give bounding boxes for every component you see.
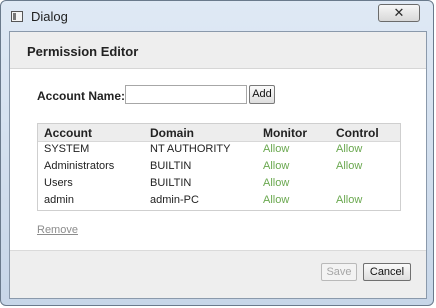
column-header-monitor[interactable]: Monitor [263, 126, 307, 140]
permissions-table: Account Domain Monitor Control SYSTEM NT… [37, 123, 401, 211]
dialog-client-area: Permission Editor Account Name: Add Acco… [9, 31, 427, 299]
dialog-header: Permission Editor [10, 32, 426, 69]
cell-monitor: Allow [263, 143, 290, 155]
cancel-button[interactable]: Cancel [363, 263, 411, 281]
cell-control: Allow [336, 160, 363, 172]
close-button[interactable]: ✕ [378, 4, 420, 22]
add-button[interactable]: Add [249, 85, 275, 104]
save-button[interactable]: Save [321, 263, 357, 281]
table-row[interactable]: Users BUILTIN Allow [38, 176, 400, 193]
cell-control: Allow [336, 143, 363, 155]
cell-control: Allow [336, 194, 363, 206]
table-row[interactable]: admin admin-PC Allow Allow [38, 193, 400, 210]
cell-domain: admin-PC [150, 194, 199, 206]
column-header-account[interactable]: Account [44, 126, 92, 140]
title-bar[interactable]: Dialog ✕ [1, 1, 433, 31]
account-name-input[interactable] [125, 85, 247, 104]
window-title: Dialog [31, 9, 68, 24]
cell-domain: BUILTIN [150, 160, 192, 172]
account-name-label: Account Name: [37, 89, 126, 103]
column-header-control[interactable]: Control [336, 126, 379, 140]
cell-monitor: Allow [263, 194, 290, 206]
dialog-window: Dialog ✕ Permission Editor Account Name:… [0, 0, 434, 306]
cell-account: Users [44, 177, 73, 189]
column-header-domain[interactable]: Domain [150, 126, 194, 140]
table-header: Account Domain Monitor Control [38, 124, 400, 142]
dialog-heading: Permission Editor [27, 44, 139, 59]
dialog-footer: Save Cancel [10, 250, 426, 298]
cell-domain: BUILTIN [150, 177, 192, 189]
cell-monitor: Allow [263, 177, 290, 189]
cell-monitor: Allow [263, 160, 290, 172]
table-row[interactable]: SYSTEM NT AUTHORITY Allow Allow [38, 142, 400, 159]
window-icon [11, 11, 23, 22]
close-icon: ✕ [393, 5, 405, 20]
cell-account: admin [44, 194, 74, 206]
table-row[interactable]: Administrators BUILTIN Allow Allow [38, 159, 400, 176]
cell-account: SYSTEM [44, 143, 90, 155]
cell-account: Administrators [44, 160, 115, 172]
remove-link[interactable]: Remove [37, 224, 78, 236]
cell-domain: NT AUTHORITY [150, 143, 231, 155]
